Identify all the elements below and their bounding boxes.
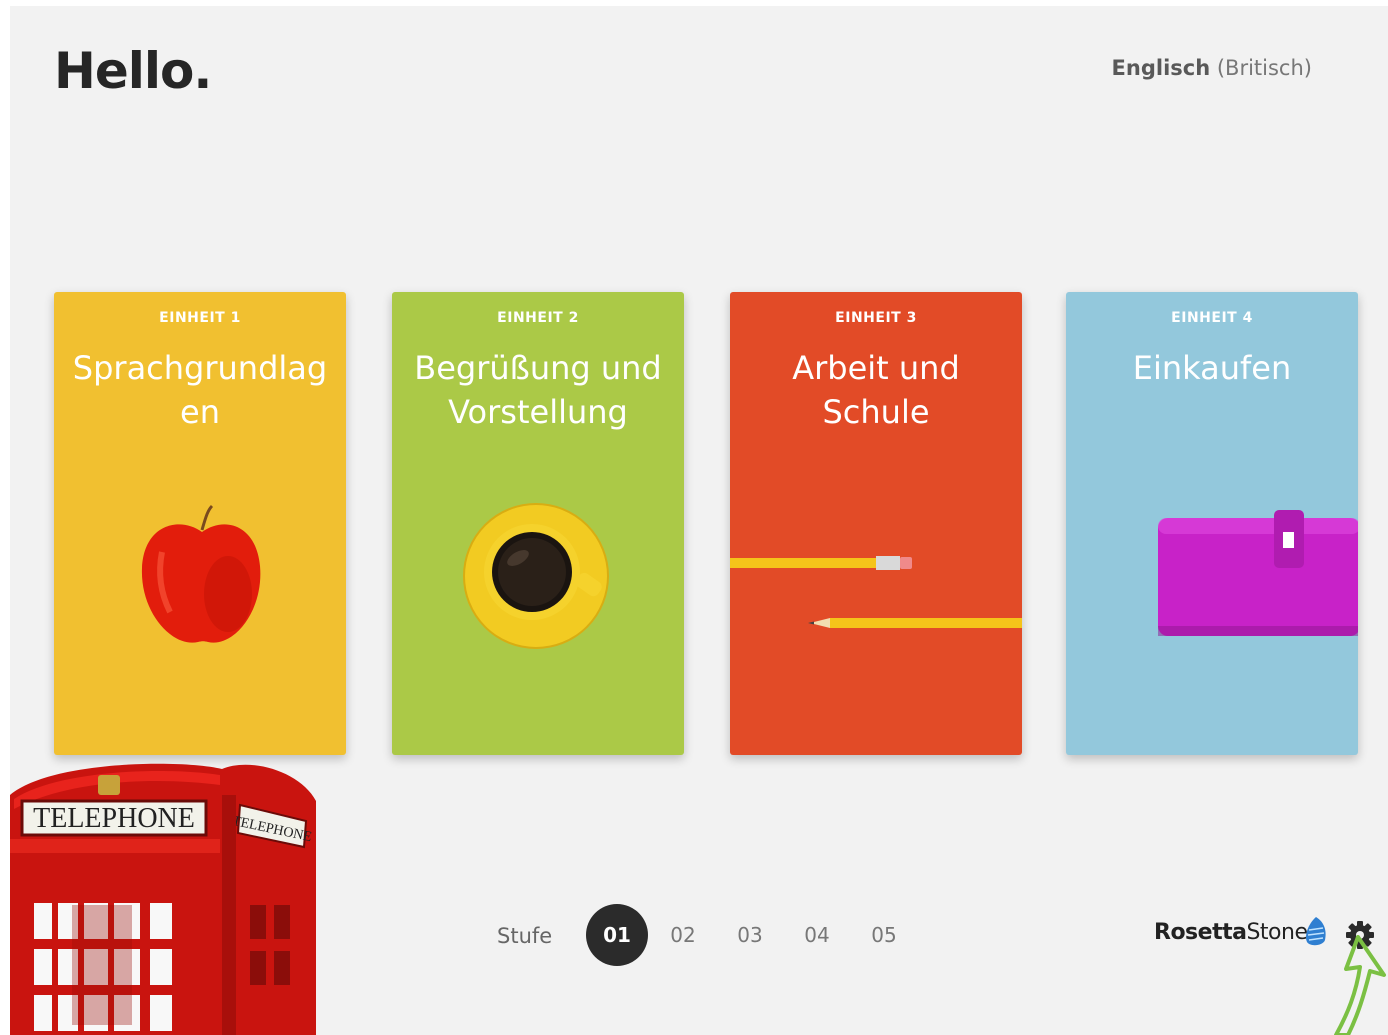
unit-label: EINHEIT 3 xyxy=(835,310,917,326)
unit-title-line: Begrüßung und xyxy=(414,349,662,387)
unit-title: Begrüßung und Vorstellung xyxy=(406,346,670,434)
phone-booth-image: TELEPHONE TELEPHONE xyxy=(10,763,316,1035)
unit-title: Einkaufen xyxy=(1080,346,1344,390)
unit-label: EINHEIT 4 xyxy=(1171,310,1253,326)
unit-title-line: Sprachgrundlag xyxy=(72,349,328,387)
level-button-03[interactable]: 03 xyxy=(719,904,781,966)
pencils-icon xyxy=(730,556,1022,628)
unit-title-line: Einkaufen xyxy=(1132,349,1292,387)
brand-name-bold: Rosetta xyxy=(1154,920,1247,945)
language-variant: (Britisch) xyxy=(1216,56,1312,80)
unit-title-line: Schule xyxy=(822,393,930,431)
unit-label: EINHEIT 2 xyxy=(497,310,579,326)
level-button-02[interactable]: 02 xyxy=(652,904,714,966)
page-title: Hello. xyxy=(54,42,212,100)
unit-card-3[interactable]: EINHEIT 3 Arbeit und Schule xyxy=(730,292,1022,755)
language-name: Englisch xyxy=(1111,56,1211,80)
app-window: Hello. Englisch (Britisch) EINHEIT 1 Spr… xyxy=(10,6,1388,1035)
booth-sign-text: TELEPHONE xyxy=(33,803,195,834)
level-button-04[interactable]: 04 xyxy=(786,904,848,966)
course-language[interactable]: Englisch (Britisch) xyxy=(1112,56,1312,80)
level-button-01[interactable]: 01 xyxy=(586,904,648,966)
unit-title-line: Vorstellung xyxy=(448,393,628,431)
brand-wordmark: RosettaStone xyxy=(1154,920,1308,945)
pointer-arrow-icon xyxy=(1334,935,1386,1035)
unit-card-2[interactable]: EINHEIT 2 Begrüßung und Vorstellung xyxy=(392,292,684,755)
unit-card-4[interactable]: EINHEIT 4 Einkaufen xyxy=(1066,292,1358,755)
unit-label: EINHEIT 1 xyxy=(159,310,241,326)
unit-title-line: en xyxy=(180,393,220,431)
coffee-cup-icon xyxy=(463,503,609,649)
level-button-05[interactable]: 05 xyxy=(853,904,915,966)
unit-title: Sprachgrundlag en xyxy=(68,346,332,434)
unit-title-line: Arbeit und xyxy=(792,349,960,387)
unit-card-1[interactable]: EINHEIT 1 Sprachgrundlag en xyxy=(54,292,346,755)
brand-name-light: Stone xyxy=(1246,920,1308,945)
level-label: Stufe xyxy=(497,924,553,948)
apple-icon xyxy=(141,504,261,643)
wallet-icon xyxy=(1158,510,1358,636)
unit-title: Arbeit und Schule xyxy=(744,346,1008,434)
